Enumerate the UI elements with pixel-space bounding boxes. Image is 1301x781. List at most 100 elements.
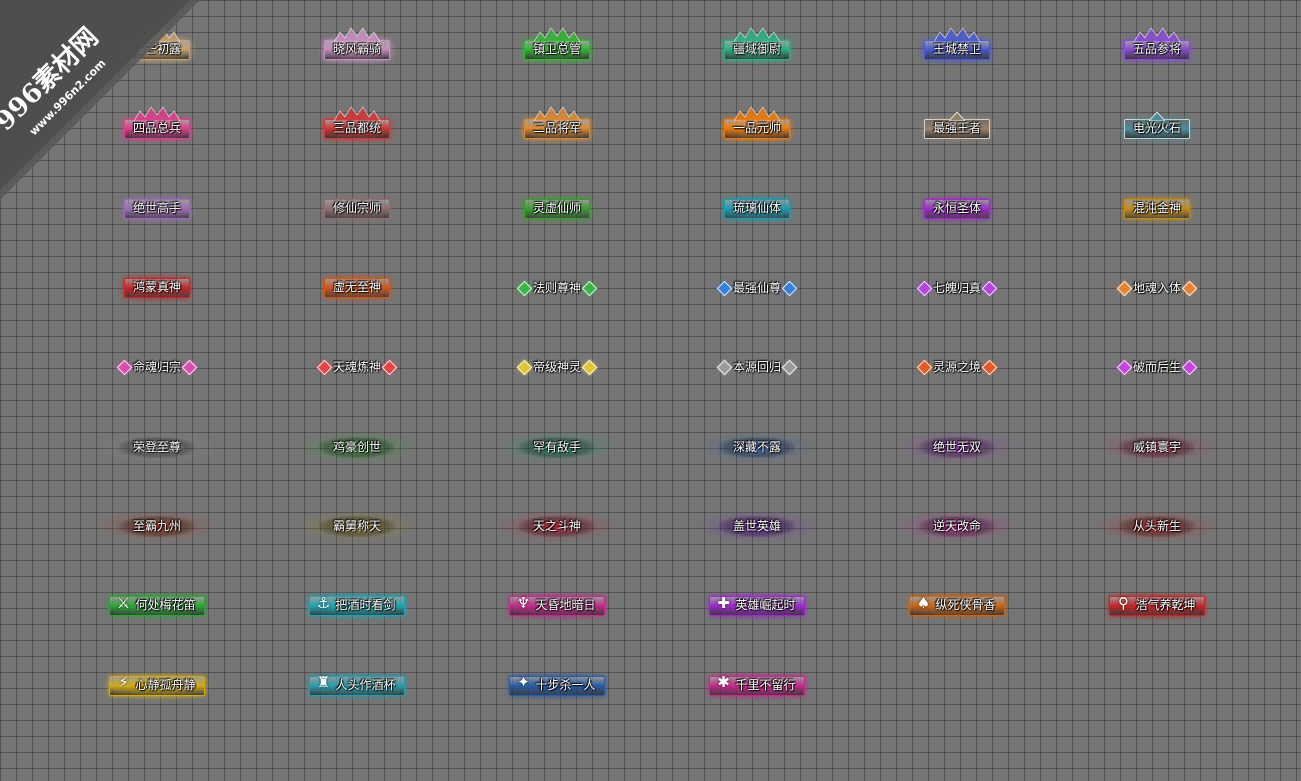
plate-ornament — [948, 112, 965, 122]
title-badge: 五品参将 — [1114, 27, 1200, 66]
title-badge: 一品元帅 — [714, 106, 800, 146]
title-badge: 灵源之境 — [916, 359, 998, 376]
gem-left-icon — [116, 359, 133, 376]
title-cell: 混沌金神 — [1057, 169, 1257, 249]
title-cell: ✦ 十步杀一人 — [457, 646, 657, 726]
title-text: 至霸九州 — [132, 519, 181, 534]
title-text: 盖世英雄 — [732, 519, 781, 534]
title-badge: 镇卫总管 — [514, 27, 600, 66]
title-cell: 五品参将 — [1057, 10, 1257, 90]
title-text: 一品元帅 — [732, 121, 781, 136]
weapon-emblem-icon: ✚ — [717, 593, 730, 612]
title-badge: 晓风霸骑 — [314, 27, 400, 66]
crest-ornament — [333, 105, 380, 122]
gem-right-icon — [981, 280, 998, 297]
title-text: 罕有敌手 — [532, 439, 581, 454]
title-text: 绝世高手 — [132, 200, 181, 215]
title-badge: 修仙宗师 — [314, 192, 400, 225]
title-text: 修仙宗师 — [332, 200, 381, 215]
title-badge: 绝世高手 — [114, 192, 200, 225]
title-text: 从头新生 — [1132, 519, 1181, 534]
title-badge: ♠ 纵死侠骨香 — [900, 590, 1014, 623]
title-badge: 本源回归 — [716, 359, 798, 376]
title-badge: ⚡ 心静孤舟静 — [100, 669, 214, 702]
title-badge: 虚无至神 — [314, 272, 400, 305]
title-text: 心静孤舟静 — [135, 677, 196, 692]
weapon-emblem-icon: ⚲ — [1117, 593, 1129, 612]
title-cell: 深藏不露 — [657, 408, 857, 488]
gem-left-icon — [916, 280, 933, 297]
title-cell: 霸舅称天 — [257, 487, 457, 567]
title-text: 绝世无双 — [932, 439, 981, 454]
title-badge: 琉璃仙体 — [714, 192, 800, 225]
weapon-emblem-icon: ⚔ — [116, 593, 131, 612]
crest-ornament — [733, 26, 780, 42]
title-cell: 二品将军 — [457, 90, 657, 170]
title-cell: 镇卫总管 — [457, 10, 657, 90]
weapon-emblem-icon: ♠ — [916, 593, 931, 612]
title-badge: 天魂炼神 — [316, 359, 398, 376]
title-cell: 罕有敌手 — [457, 408, 657, 488]
title-badge: 王城禁卫 — [914, 27, 1000, 66]
title-text: 何处梅花笛 — [135, 598, 196, 613]
gem-right-icon — [581, 280, 598, 297]
title-cell: 灵虚仙师 — [457, 169, 657, 249]
title-text: 天昏地暗日 — [535, 598, 596, 613]
title-badge: 永恒圣体 — [914, 192, 1000, 225]
title-cell: 逆天改命 — [857, 487, 1057, 567]
title-text: 灵虚仙师 — [532, 200, 581, 215]
title-text: 五品参将 — [1132, 41, 1181, 56]
title-badge: 锋芒初露 — [114, 27, 200, 66]
title-cell: 灵源之境 — [857, 328, 1057, 408]
title-badge: 罕有敌手 — [492, 430, 622, 464]
gem-right-icon — [781, 280, 798, 297]
title-text: 破而后生 — [1132, 360, 1181, 375]
title-text: 逆天改命 — [932, 519, 981, 534]
gem-right-icon — [1181, 280, 1198, 297]
title-text: 天之斗神 — [532, 519, 581, 534]
title-badge: 疆域御尉 — [714, 27, 800, 66]
crest-ornament — [333, 26, 380, 42]
gem-left-icon — [316, 359, 333, 376]
title-badge: 逆天改命 — [892, 510, 1022, 544]
title-text: 七魄归真 — [932, 280, 981, 295]
title-text: 王城禁卫 — [932, 41, 981, 56]
title-text: 千里不留行 — [735, 677, 796, 692]
title-cell: 从头新生 — [1057, 487, 1257, 567]
title-text: 十步杀一人 — [535, 677, 596, 692]
title-cell: 地魂入体 — [1057, 249, 1257, 329]
crest-ornament — [533, 105, 580, 122]
title-badge: ♜ 人头作酒杯 — [300, 669, 414, 702]
title-text: 镇卫总管 — [532, 41, 581, 56]
gem-right-icon — [981, 359, 998, 376]
title-badge: 灵虚仙师 — [514, 192, 600, 225]
title-cell: 王城禁卫 — [857, 10, 1057, 90]
title-badge: 四品总兵 — [114, 106, 200, 146]
title-text: 晓风霸骑 — [332, 41, 381, 56]
crest-ornament — [533, 26, 580, 42]
title-badge: ⚔ 何处梅花笛 — [100, 590, 214, 623]
title-text: 永恒圣体 — [932, 200, 981, 215]
title-cell: 鸡豪创世 — [257, 408, 457, 488]
title-cell: 天魂炼神 — [257, 328, 457, 408]
title-cell: ⚡ 心静孤舟静 — [57, 646, 257, 726]
title-cell: 法则尊神 — [457, 249, 657, 329]
title-badge: ⚓ 把酒时看剑 — [300, 590, 414, 623]
title-badge: 法则尊神 — [516, 280, 598, 297]
gem-right-icon — [1181, 359, 1198, 376]
title-badge: 混沌金神 — [1114, 192, 1200, 225]
gem-left-icon — [716, 280, 733, 297]
gem-left-icon — [716, 359, 733, 376]
title-cell: 琉璃仙体 — [657, 169, 857, 249]
title-badge: 最强王者 — [914, 112, 1000, 146]
title-badge: 电光火石 — [1114, 112, 1200, 146]
title-cell: 七魄归真 — [857, 249, 1057, 329]
title-text: 命魂归宗 — [132, 360, 181, 375]
title-cell: 本源回归 — [657, 328, 857, 408]
title-badge: ✱ 千里不留行 — [700, 669, 814, 702]
title-cell: ⚔ 何处梅花笛 — [57, 567, 257, 647]
title-cell: 一品元帅 — [657, 90, 857, 170]
title-text: 浩气养乾坤 — [1135, 598, 1196, 613]
title-cell: 锋芒初露 — [57, 10, 257, 90]
title-badge: 深藏不露 — [692, 430, 822, 464]
